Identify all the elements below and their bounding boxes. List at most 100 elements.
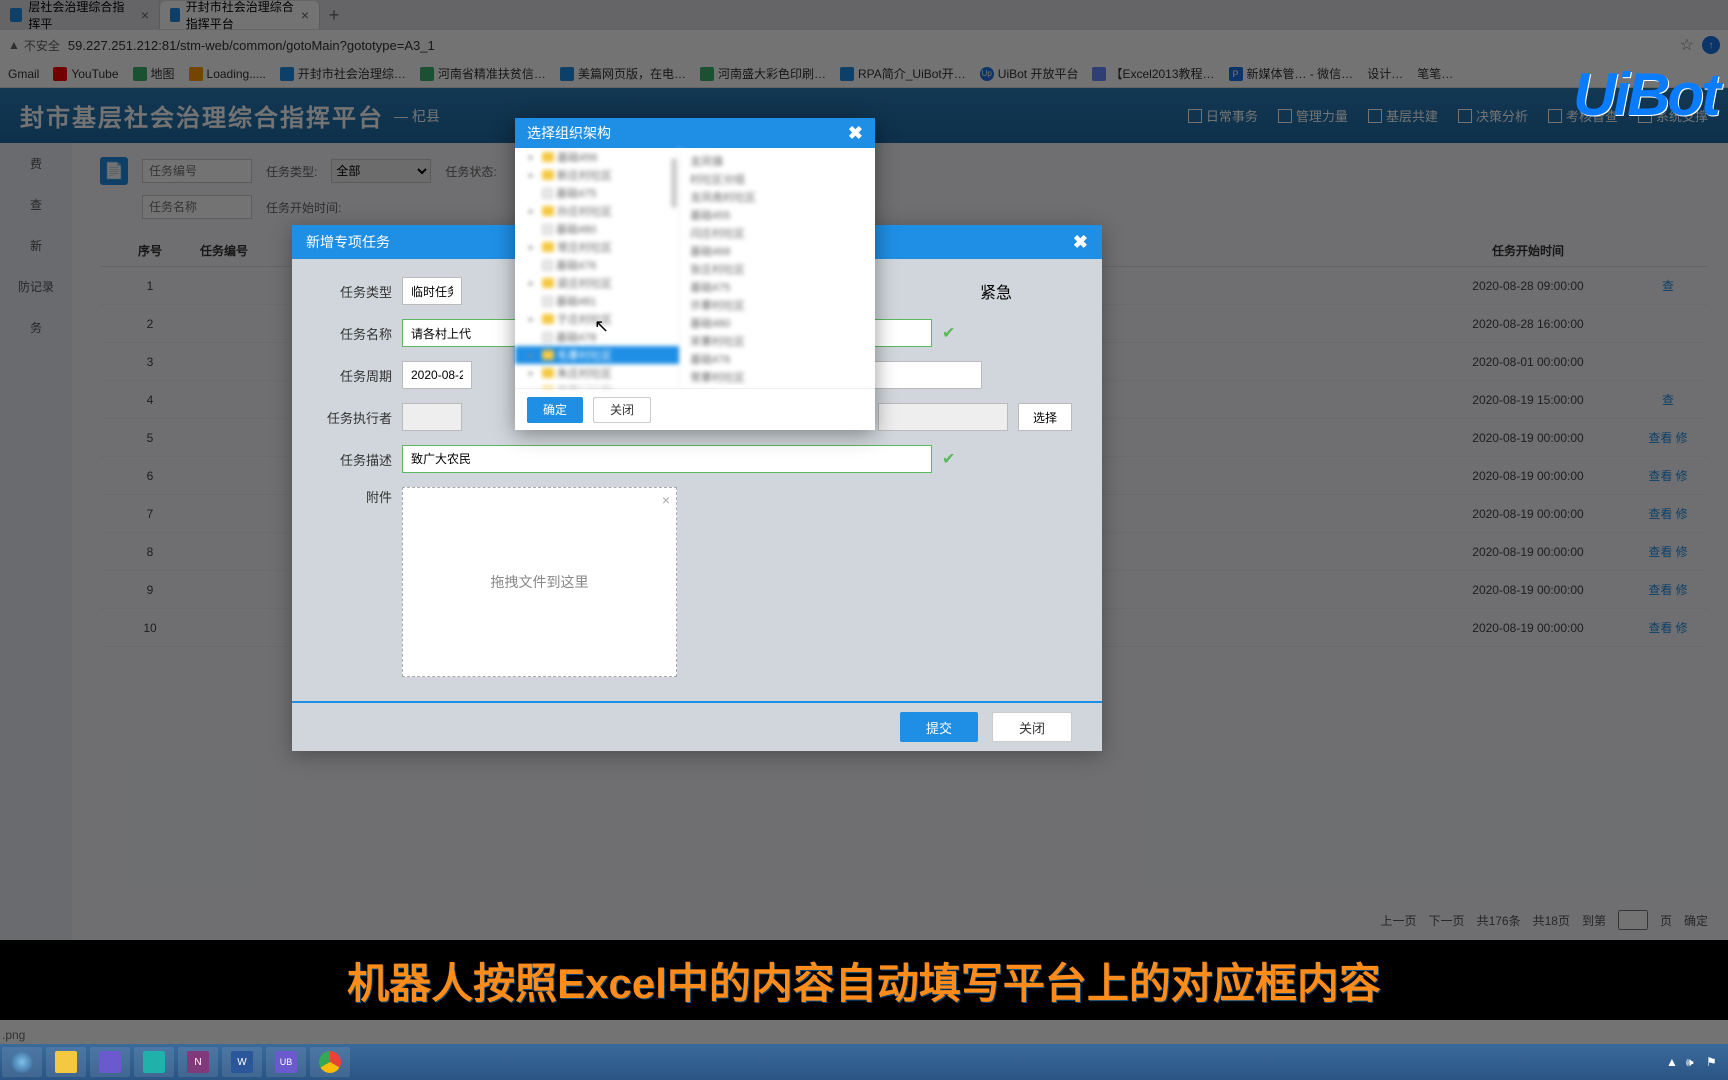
scrollbar[interactable] <box>671 158 677 208</box>
list-item[interactable]: 基础476 <box>680 350 875 368</box>
bookmark-loading[interactable]: Loading..... <box>189 67 266 81</box>
cell-action[interactable]: 查看 修 <box>1628 505 1708 522</box>
bookmark-notes[interactable]: 笔笔… <box>1417 65 1453 82</box>
sidebar-item[interactable]: 查 <box>0 184 72 225</box>
list-item[interactable]: 许寨村社区 <box>680 296 875 314</box>
expand-icon[interactable]: ▸ <box>529 206 539 217</box>
tree-item[interactable]: ▸常庄村社区 <box>515 238 679 256</box>
tree-item[interactable]: ▸新庄村社区 <box>515 166 679 184</box>
task-name-input[interactable] <box>142 195 252 219</box>
chrome-button[interactable] <box>310 1047 350 1077</box>
org-list[interactable]: 龙凤镇村社区分组龙凤南村社区基础455闫庄村社区基础468张庄村社区基础475许… <box>680 148 875 388</box>
explorer-button[interactable] <box>46 1047 86 1077</box>
bookmark-design[interactable]: 设计… <box>1367 65 1403 82</box>
expand-icon[interactable]: ▸ <box>529 314 539 325</box>
insecure-badge[interactable]: ▲ 不安全 <box>8 37 60 54</box>
task-type-select[interactable]: 全部 <box>331 159 431 183</box>
tray-icon[interactable]: ⚑ <box>1706 1055 1720 1069</box>
list-item[interactable]: 基础481 <box>680 386 875 388</box>
bookmark-excel[interactable]: 【Excel2013教程… <box>1092 65 1214 82</box>
pager-page-input[interactable] <box>1618 910 1648 930</box>
uibot-button[interactable]: UB <box>266 1047 306 1077</box>
sidebar-item[interactable]: 新 <box>0 225 72 266</box>
bookmark-gmail[interactable]: Gmail <box>8 67 39 81</box>
ok-button[interactable]: 确定 <box>527 397 583 423</box>
upload-dropzone[interactable]: × 拖拽文件到这里 <box>402 487 677 677</box>
cell-action[interactable]: 查看 修 <box>1628 467 1708 484</box>
list-item[interactable]: 闫庄村社区 <box>680 224 875 242</box>
select-executor-button[interactable]: 选择 <box>1018 403 1072 431</box>
tree-item[interactable]: 基础481 <box>515 292 679 310</box>
nav-decision[interactable]: 决策分析 <box>1458 106 1528 125</box>
tree-item[interactable]: 基础475 <box>515 184 679 202</box>
tray-icon[interactable]: ▲ <box>1666 1055 1680 1069</box>
close-icon[interactable]: × <box>141 7 149 23</box>
pager-prev[interactable]: 上一页 <box>1381 912 1417 929</box>
submit-button[interactable]: 提交 <box>900 712 978 742</box>
task-code-input[interactable] <box>142 159 252 183</box>
nav-manage[interactable]: 管理力量 <box>1278 106 1348 125</box>
close-icon[interactable]: × <box>662 492 670 508</box>
org-tree[interactable]: ▸基础456▸新庄村社区基础475▸孙庄村社区基础480▸常庄村社区基础476▸… <box>515 148 680 388</box>
tray-icon[interactable]: 🕪 <box>1686 1055 1700 1069</box>
bookmark-star-icon[interactable]: ☆ <box>1680 35 1694 55</box>
list-item[interactable]: 基础455 <box>680 206 875 224</box>
bookmark-meipian[interactable]: 美篇网页版，在电… <box>560 65 686 82</box>
bookmark-print[interactable]: 河南盛大彩色印刷… <box>700 65 826 82</box>
list-item[interactable]: 基础468 <box>680 242 875 260</box>
list-item[interactable]: 常寨村社区 <box>680 368 875 386</box>
bookmark-uibot[interactable]: UpUiBot 开放平台 <box>980 65 1079 82</box>
onenote-button[interactable]: N <box>178 1047 218 1077</box>
tree-item[interactable]: ▸毛寨村社区 <box>515 346 679 364</box>
tree-item[interactable]: ▸孙庄村社区 <box>515 202 679 220</box>
expand-icon[interactable]: ▸ <box>529 242 539 253</box>
tree-item[interactable]: 基础476 <box>515 256 679 274</box>
task-executor-input[interactable] <box>402 403 462 431</box>
sidebar-item[interactable]: 务 <box>0 307 72 348</box>
expand-icon[interactable]: ▸ <box>529 152 539 163</box>
cancel-button[interactable]: 关闭 <box>992 712 1072 742</box>
bookmark-media[interactable]: P新媒体管… - 微信… <box>1229 65 1354 82</box>
task-type-input[interactable] <box>402 277 462 305</box>
expand-icon[interactable]: ▸ <box>529 278 539 289</box>
tree-item[interactable]: ▸王寨村社区 <box>515 382 679 388</box>
cell-action[interactable]: 查看 修 <box>1628 543 1708 560</box>
tree-item[interactable]: ▸梁庄村社区 <box>515 274 679 292</box>
bookmark-henan[interactable]: 河南省精准扶贫信… <box>420 65 546 82</box>
expand-icon[interactable]: ▸ <box>529 350 539 361</box>
pager-confirm[interactable]: 确定 <box>1684 912 1708 929</box>
search-icon-button[interactable]: 📄 <box>100 157 128 185</box>
expand-icon[interactable]: ▸ <box>529 170 539 181</box>
bookmark-kaifeng[interactable]: 开封市社会治理综… <box>280 65 406 82</box>
tree-item[interactable]: 基础480 <box>515 220 679 238</box>
list-item[interactable]: 村社区分组 <box>680 170 875 188</box>
tree-item[interactable]: ▸基础456 <box>515 148 679 166</box>
close-icon[interactable]: ✖ <box>848 123 863 144</box>
list-item[interactable]: 基础475 <box>680 278 875 296</box>
tab-1[interactable]: 层社会治理综合指挥平 × <box>0 1 160 29</box>
nav-daily[interactable]: 日常事务 <box>1188 106 1258 125</box>
sidebar-item[interactable]: 费 <box>0 143 72 184</box>
update-icon[interactable]: ↑ <box>1702 36 1720 54</box>
expand-icon[interactable]: ▸ <box>529 386 539 389</box>
list-item[interactable]: 张庄村社区 <box>680 260 875 278</box>
close-icon[interactable]: × <box>301 7 309 23</box>
cell-action[interactable]: 查 <box>1628 391 1708 408</box>
list-item[interactable]: 基础480 <box>680 314 875 332</box>
tab-2[interactable]: 开封市社会治理综合指挥平台 × <box>160 1 320 29</box>
url-text[interactable]: 59.227.251.212:81/stm-web/common/gotoMai… <box>68 38 1672 53</box>
pager-next[interactable]: 下一页 <box>1429 912 1465 929</box>
close-icon[interactable]: ✖ <box>1073 232 1088 253</box>
start-button[interactable] <box>2 1047 42 1077</box>
cell-action[interactable]: 查 <box>1628 277 1708 294</box>
cell-action[interactable]: 查看 修 <box>1628 429 1708 446</box>
app-button[interactable] <box>134 1047 174 1077</box>
cell-action[interactable]: 查看 修 <box>1628 619 1708 636</box>
nav-base[interactable]: 基层共建 <box>1368 106 1438 125</box>
new-tab-button[interactable]: + <box>320 5 348 26</box>
expand-icon[interactable]: ▸ <box>529 368 539 379</box>
close-button[interactable]: 关闭 <box>593 397 651 423</box>
list-item[interactable]: 龙凤镇 <box>680 152 875 170</box>
task-desc-textarea[interactable]: 致广大农民 <box>402 445 932 473</box>
bookmark-youtube[interactable]: YouTube <box>53 67 118 81</box>
